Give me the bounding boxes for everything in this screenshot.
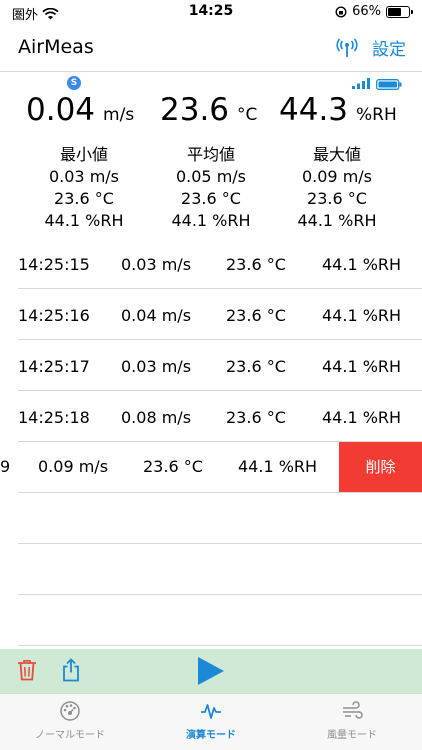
nav-actions: 設定	[336, 35, 406, 60]
stat-temperature: 23.6 °C	[54, 189, 114, 208]
stat-minimum: 最小値 0.03 m/s 23.6 °C 44.1 %RH	[14, 144, 154, 232]
swiped-row[interactable]: 9 0.09 m/s 23.6 °C 44.1 %RH 削除	[0, 442, 422, 493]
stat-label: 最大値	[312, 145, 361, 164]
sensor-battery-icon	[376, 79, 402, 90]
row-speed: 0.04 m/s	[121, 306, 192, 325]
stat-speed: 0.05 m/s	[175, 167, 247, 186]
settings-button[interactable]: 設定	[372, 35, 406, 60]
row-humidity: 44.1 %RH	[322, 255, 402, 274]
pulse-icon	[201, 704, 221, 719]
row-divider	[18, 339, 422, 340]
current-speed: 0.04 m/s	[26, 92, 134, 128]
antenna-icon[interactable]	[336, 37, 358, 58]
tab-normal-mode[interactable]: ノーマルモード	[0, 700, 140, 741]
play-icon[interactable]	[196, 657, 224, 685]
row-divider	[18, 390, 422, 391]
stat-speed: 0.03 m/s	[48, 167, 120, 186]
nav-bar: AirMeas 設定	[0, 26, 422, 72]
tab-calculation-mode[interactable]: 演算モード	[141, 700, 281, 741]
row-time: 9	[0, 457, 11, 476]
stat-humidity: 44.1 %RH	[44, 211, 124, 230]
current-humidity: 44.3 %RH	[279, 92, 397, 128]
row-speed: 0.09 m/s	[38, 457, 109, 476]
row-temperature: 23.6 °C	[226, 255, 286, 274]
row-time: 14:25:15	[18, 255, 90, 274]
battery-percent: 66%	[352, 4, 381, 19]
tab-label: 演算モード	[186, 730, 236, 741]
row-temperature: 23.6 °C	[226, 408, 286, 427]
battery-level	[388, 7, 401, 16]
row-time: 14:25:18	[18, 408, 90, 427]
row-humidity: 44.1 %RH	[322, 306, 402, 325]
dial-icon	[60, 701, 80, 721]
temperature-value: 23.6	[160, 92, 230, 128]
live-readings: S 0.04 m/s 23.6 °C 44.3 %RH 最小値 0.03 m/s 23…	[0, 72, 422, 244]
row-temperature: 23.6 °C	[226, 357, 286, 376]
current-values: 0.04 m/s 23.6 °C 44.3 %RH	[0, 92, 422, 132]
stat-average: 平均値 0.05 m/s 23.6 °C 44.1 %RH	[141, 144, 281, 232]
share-icon[interactable]	[61, 658, 81, 682]
row-speed: 0.03 m/s	[121, 357, 192, 376]
app-title: AirMeas	[18, 36, 94, 58]
status-bar: 圏外 14:25 66%	[0, 0, 422, 26]
speed-value: 0.04	[26, 92, 96, 128]
row-divider	[18, 645, 422, 646]
trash-icon[interactable]	[17, 659, 37, 681]
stat-temperature: 23.6 °C	[307, 189, 367, 208]
action-toolbar	[0, 649, 422, 693]
status-right: 66%	[335, 4, 413, 19]
row-divider	[18, 594, 422, 595]
tab-airflow-mode[interactable]: 風量モード	[282, 700, 422, 741]
current-temperature: 23.6 °C	[160, 92, 257, 128]
humidity-unit: %RH	[356, 105, 397, 125]
stat-temperature: 23.6 °C	[181, 189, 241, 208]
wind-icon	[343, 701, 363, 719]
row-divider	[18, 288, 422, 289]
stat-humidity: 44.1 %RH	[171, 211, 251, 230]
battery-icon	[386, 5, 413, 18]
row-humidity: 44.1 %RH	[238, 457, 318, 476]
measurement-list[interactable]: 14:25:15 0.03 m/s 23.6 °C 44.1 %RH 14:25…	[0, 244, 422, 649]
stat-speed: 0.09 m/s	[301, 167, 373, 186]
row-divider	[18, 492, 422, 493]
speed-unit: m/s	[103, 105, 135, 125]
signal-strength-icon	[352, 78, 370, 89]
row-time: 14:25:17	[18, 357, 90, 376]
row-humidity: 44.1 %RH	[322, 357, 402, 376]
humidity-value: 44.3	[279, 92, 349, 128]
tab-label: ノーマルモード	[35, 730, 105, 741]
stat-humidity: 44.1 %RH	[297, 211, 377, 230]
orientation-lock-icon	[335, 5, 347, 18]
row-temperature: 23.6 °C	[143, 457, 203, 476]
row-time: 14:25:16	[18, 306, 90, 325]
row-speed: 0.08 m/s	[121, 408, 192, 427]
sensor-badge: S	[67, 76, 81, 90]
temperature-unit: °C	[237, 105, 258, 125]
tab-bar: ノーマルモード 演算モード 風量モード	[0, 693, 422, 750]
delete-button[interactable]: 削除	[339, 442, 422, 492]
row-divider	[18, 543, 422, 544]
stat-label: 最小値	[59, 145, 108, 164]
row-temperature: 23.6 °C	[226, 306, 286, 325]
row-speed: 0.03 m/s	[121, 255, 192, 274]
stat-maximum: 最大値 0.09 m/s 23.6 °C 44.1 %RH	[267, 144, 407, 232]
row-humidity: 44.1 %RH	[322, 408, 402, 427]
stat-label: 平均値	[186, 145, 235, 164]
tab-label: 風量モード	[327, 730, 377, 741]
